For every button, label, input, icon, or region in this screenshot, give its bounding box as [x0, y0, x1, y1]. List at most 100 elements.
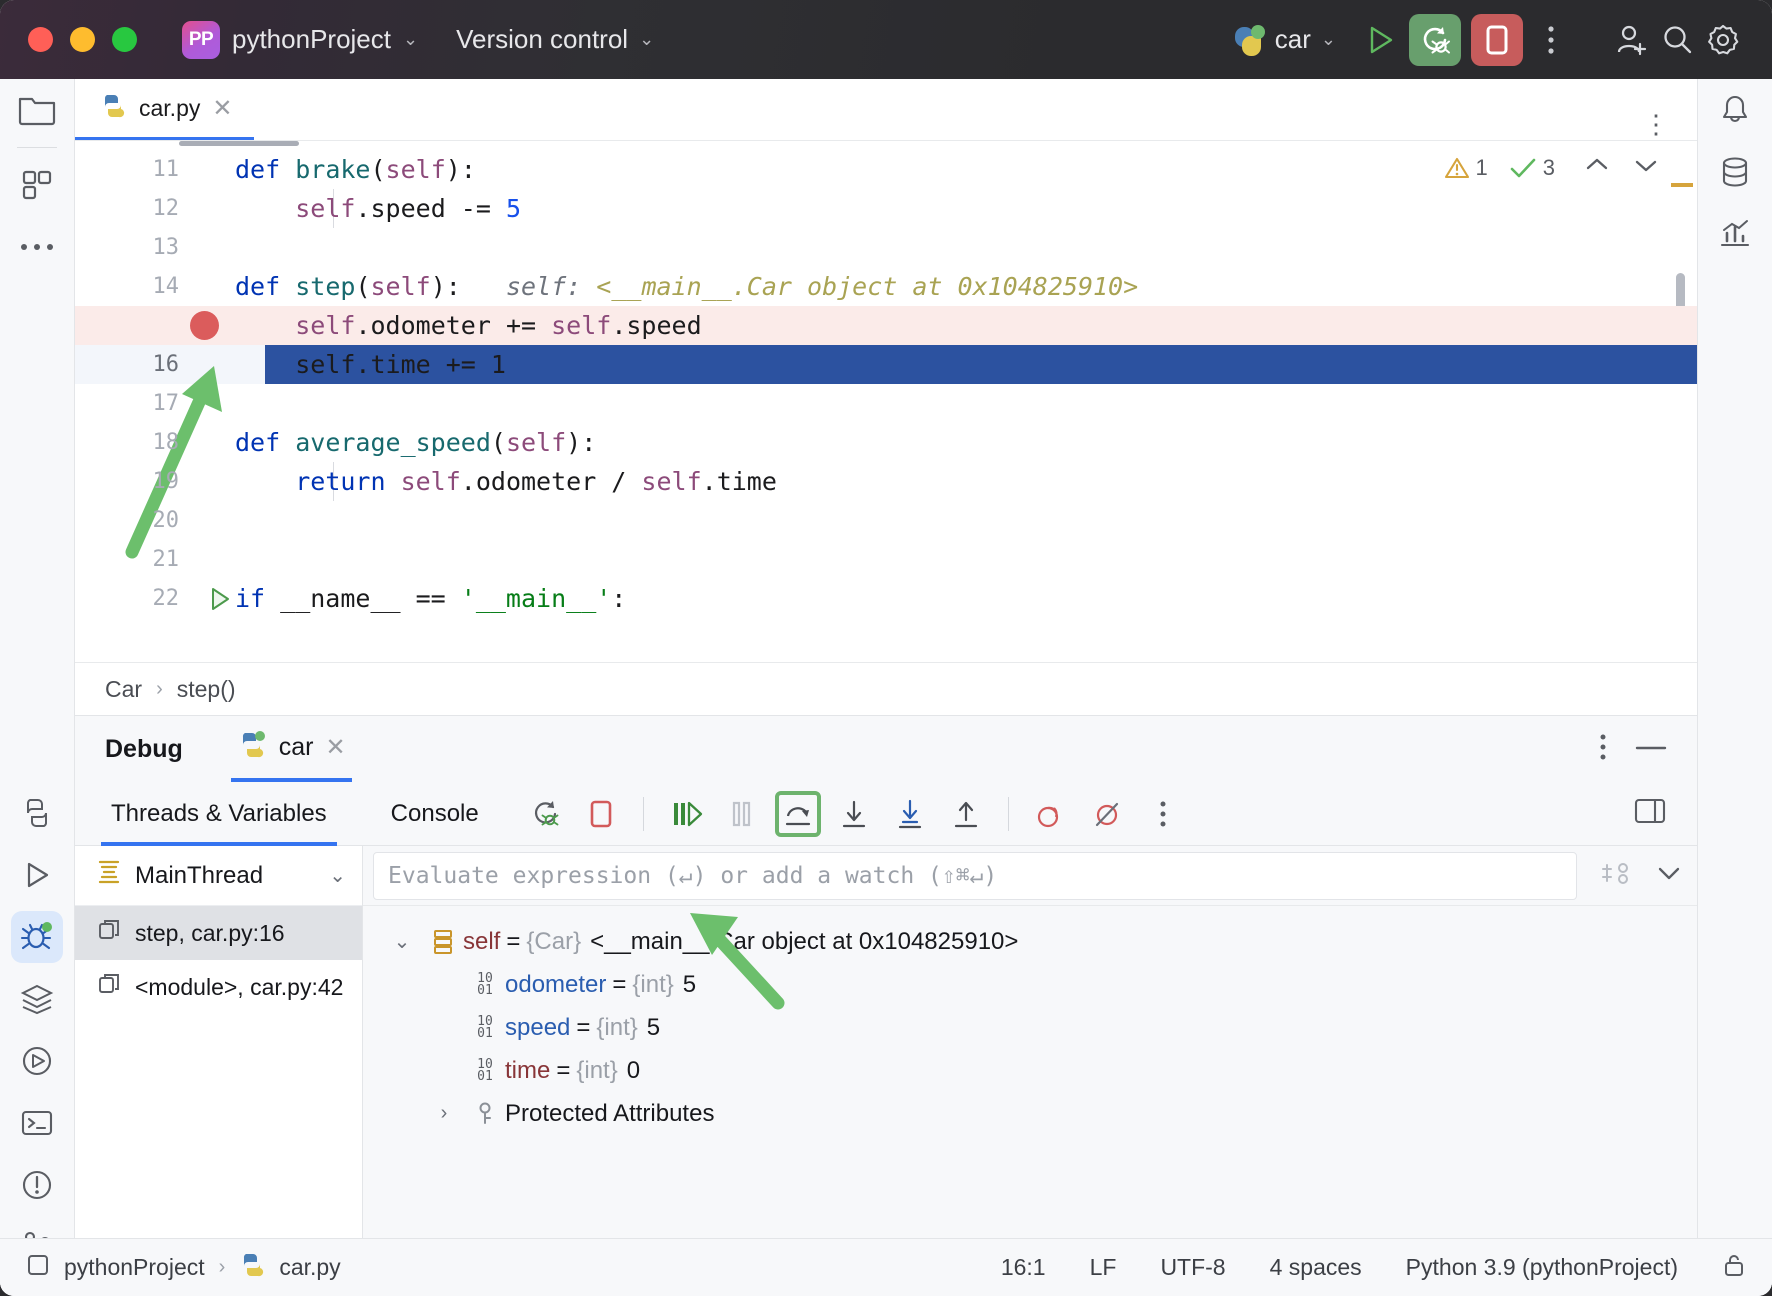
notifications-icon[interactable]	[1698, 79, 1772, 141]
profiler-icon[interactable]	[1698, 203, 1772, 265]
structure-tool-icon[interactable]	[0, 154, 75, 216]
resume-program-icon[interactable]	[663, 791, 709, 837]
code-line[interactable]: self.odometer += self.speed	[75, 306, 1697, 345]
code-line[interactable]: 11def brake(self):	[75, 150, 1697, 189]
stop-button[interactable]	[1471, 14, 1523, 66]
variable-row[interactable]: 1001speed={int}5	[363, 1006, 1697, 1049]
version-control-menu[interactable]: Version control ⌄	[456, 24, 654, 55]
gear-icon[interactable]	[1700, 17, 1746, 63]
minimize-debug-icon[interactable]	[1635, 740, 1667, 758]
debug-body: MainThread ⌄ step, car.py:16 <module>	[75, 846, 1697, 1296]
pause-program-icon[interactable]	[719, 791, 765, 837]
project-tool-icon[interactable]	[0, 79, 75, 141]
run-tool-icon[interactable]	[0, 844, 75, 906]
status-line-separator[interactable]: LF	[1090, 1254, 1117, 1281]
debug-session-name: car	[279, 733, 314, 762]
code-line[interactable]: 22if __name__ == '__main__':	[75, 579, 1697, 618]
run-config-name: car	[1275, 24, 1311, 55]
horizontal-scrollbar[interactable]	[179, 141, 299, 146]
layout-settings-icon[interactable]	[1633, 796, 1667, 831]
editor-options-icon[interactable]: ⋮	[1643, 109, 1697, 140]
expand-twisty-icon[interactable]: ›	[423, 1102, 465, 1125]
variable-row[interactable]: ›Protected Attributes	[363, 1092, 1697, 1135]
more-actions-icon[interactable]	[1528, 17, 1574, 63]
project-selector[interactable]: PP pythonProject ⌄	[182, 21, 418, 59]
breadcrumb-method[interactable]: step()	[177, 676, 236, 703]
tab-threads-and-variables[interactable]: Threads & Variables	[101, 782, 337, 846]
code-line[interactable]: 19 return self.odometer / self.time	[75, 462, 1697, 501]
window-traffic-lights[interactable]	[0, 27, 137, 52]
tab-console[interactable]: Console	[381, 782, 489, 846]
variable-type: {Car}	[526, 928, 581, 956]
line-number: 20	[75, 508, 201, 533]
status-encoding[interactable]: UTF-8	[1160, 1254, 1225, 1281]
step-out-icon[interactable]	[943, 791, 989, 837]
run-button[interactable]	[1358, 17, 1404, 63]
code-line[interactable]: 17	[75, 384, 1697, 423]
code-line[interactable]: 12 self.speed -= 5	[75, 189, 1697, 228]
version-control-label: Version control	[456, 24, 628, 55]
breadcrumb-class[interactable]: Car	[105, 676, 142, 703]
problems-icon[interactable]	[0, 1154, 75, 1216]
maximize-window-button[interactable]	[112, 27, 137, 52]
variable-row[interactable]: 1001odometer={int}5	[363, 963, 1697, 1006]
debug-more-icon[interactable]	[1140, 791, 1186, 837]
breadcrumb[interactable]: Car › step()	[75, 662, 1697, 716]
force-step-into-icon[interactable]	[887, 791, 933, 837]
stop-debug-icon[interactable]	[578, 791, 624, 837]
debug-session-tab[interactable]: car ✕	[231, 716, 352, 782]
mute-breakpoints-icon[interactable]	[1084, 791, 1130, 837]
status-caret-position[interactable]: 16:1	[1001, 1254, 1046, 1281]
frame-row[interactable]: <module>, car.py:42	[75, 960, 362, 1014]
thread-selector[interactable]: MainThread ⌄	[75, 846, 362, 906]
lock-icon[interactable]	[1722, 1252, 1746, 1284]
code-line[interactable]: 18def average_speed(self):	[75, 423, 1697, 462]
evaluate-expression-input[interactable]: Evaluate expression (↵) or add a watch (…	[373, 852, 1577, 900]
debug-options-icon[interactable]	[1599, 733, 1607, 766]
status-separator: ›	[219, 1256, 226, 1279]
status-interpreter[interactable]: Python 3.9 (pythonProject)	[1406, 1254, 1678, 1281]
run-configuration-selector[interactable]: car ⌄	[1235, 24, 1336, 55]
chevron-down-icon: ⌄	[639, 29, 654, 50]
debug-tool-icon[interactable]	[0, 906, 75, 968]
python-session-icon	[237, 730, 267, 765]
status-project[interactable]: pythonProject	[64, 1254, 205, 1281]
python-packages-icon[interactable]	[0, 782, 75, 844]
close-session-icon[interactable]: ✕	[326, 733, 346, 762]
add-collaborator-icon[interactable]	[1608, 17, 1654, 63]
editor-tab-car-py[interactable]: car.py ✕	[75, 79, 254, 140]
run-configurations-icon[interactable]	[0, 1030, 75, 1092]
step-over-icon[interactable]	[775, 791, 821, 837]
code-line[interactable]: 21	[75, 540, 1697, 579]
line-number: 22	[75, 586, 201, 611]
more-tools-icon[interactable]	[0, 216, 75, 278]
chevron-down-icon[interactable]	[1655, 863, 1683, 888]
collapse-twisty-icon[interactable]: ⌄	[381, 929, 423, 954]
services-icon[interactable]	[0, 968, 75, 1030]
close-tab-icon[interactable]: ✕	[212, 94, 232, 123]
code-line[interactable]: 14def step(self): self: <__main__.Car ob…	[75, 267, 1697, 306]
step-into-icon[interactable]	[831, 791, 877, 837]
terminal-icon[interactable]	[0, 1092, 75, 1154]
code-editor[interactable]: 1 3 11def brake(self):12 self.speed -= 5…	[75, 141, 1697, 662]
variable-equals: =	[500, 928, 526, 956]
close-window-button[interactable]	[28, 27, 53, 52]
search-icon[interactable]	[1654, 17, 1700, 63]
frame-row[interactable]: step, car.py:16	[75, 906, 362, 960]
status-indent[interactable]: 4 spaces	[1270, 1254, 1362, 1281]
rerun-debug-button[interactable]	[1409, 14, 1461, 66]
minimize-window-button[interactable]	[70, 27, 95, 52]
variable-row[interactable]: 1001time={int}0	[363, 1049, 1697, 1092]
code-line[interactable]: 13	[75, 228, 1697, 267]
thread-icon	[97, 859, 121, 892]
database-icon[interactable]	[1698, 141, 1772, 203]
add-watch-icon[interactable]	[1601, 859, 1633, 892]
rerun-debug-icon[interactable]	[522, 791, 568, 837]
variable-row[interactable]: ⌄self={Car}<__main__.Car object at 0x104…	[363, 920, 1697, 963]
code-line[interactable]: 20	[75, 501, 1697, 540]
status-file[interactable]: car.py	[279, 1254, 340, 1281]
code-line[interactable]: 16 self.time += 1	[75, 345, 1697, 384]
editor-and-debug-area: car.py ✕ ⋮ 1 3	[75, 79, 1697, 1296]
line-number: 19	[75, 469, 201, 494]
view-breakpoints-icon[interactable]	[1028, 791, 1074, 837]
